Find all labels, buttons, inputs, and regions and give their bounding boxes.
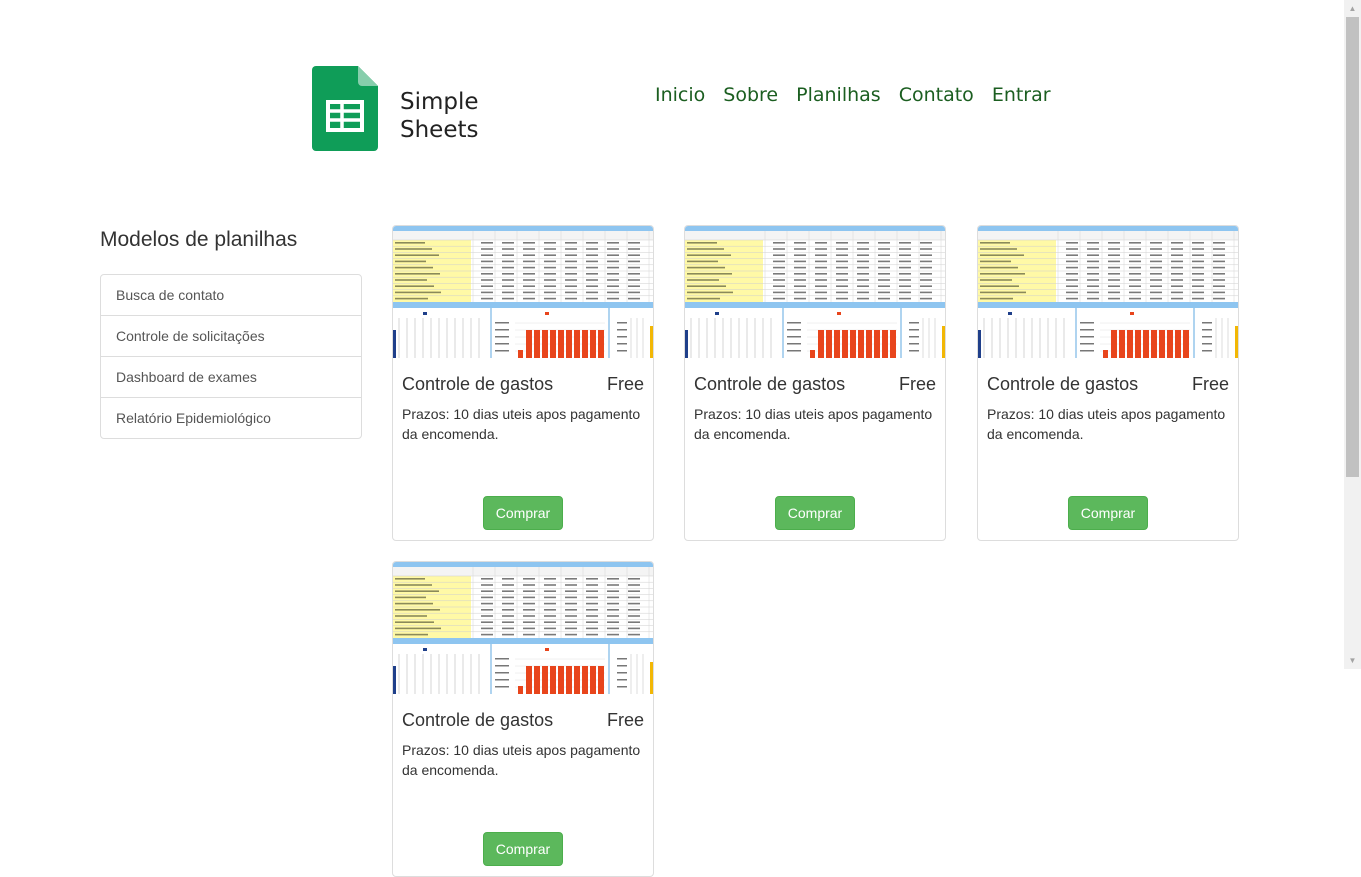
- product-price: Free: [606, 374, 644, 394]
- buy-button[interactable]: Comprar: [1068, 496, 1148, 530]
- product-thumbnail[interactable]: [978, 226, 1238, 358]
- product-thumbnail[interactable]: [685, 226, 945, 358]
- buy-button[interactable]: Comprar: [483, 496, 563, 530]
- product-card: Controle de gastos Free Prazos: 10 dias …: [392, 561, 654, 877]
- vertical-scrollbar[interactable]: ▲ ▼: [1344, 0, 1361, 669]
- product-title: Controle de gastos: [987, 374, 1139, 394]
- sidebar-list: Busca de contato Controle de solicitaçõe…: [100, 274, 362, 439]
- product-title: Controle de gastos: [402, 374, 554, 394]
- sidebar-item-dashboard-de-exames[interactable]: Dashboard de exames: [101, 356, 361, 397]
- product-thumbnail[interactable]: [393, 226, 653, 358]
- product-card: Controle de gastos Free Prazos: 10 dias …: [392, 225, 654, 541]
- product-description: Prazos: 10 dias uteis apos pagamento da …: [987, 406, 1226, 442]
- nav-planilhas[interactable]: Planilhas: [796, 82, 881, 108]
- nav-sobre[interactable]: Sobre: [723, 82, 778, 108]
- scrollbar-thumb[interactable]: [1346, 17, 1359, 477]
- sidebar-item-controle-de-solicitacoes[interactable]: Controle de solicitações: [101, 315, 361, 356]
- product-title: Controle de gastos: [694, 374, 846, 394]
- main-nav: Inicio Sobre Planilhas Contato Entrar: [655, 82, 1069, 108]
- spreadsheet-icon[interactable]: [312, 66, 378, 151]
- product-title: Controle de gastos: [402, 710, 554, 730]
- sidebar-item-relatorio-epidemiologico[interactable]: Relatório Epidemiológico: [101, 397, 361, 438]
- sidebar-title: Modelos de planilhas: [100, 228, 298, 251]
- product-price: Free: [1191, 374, 1229, 394]
- sidebar-item-busca-de-contato[interactable]: Busca de contato: [101, 275, 361, 315]
- nav-inicio[interactable]: Inicio: [655, 82, 705, 108]
- nav-entrar[interactable]: Entrar: [992, 82, 1051, 108]
- brand-line2: Sheets: [400, 117, 479, 143]
- product-description: Prazos: 10 dias uteis apos pagamento da …: [694, 406, 933, 442]
- product-description: Prazos: 10 dias uteis apos pagamento da …: [402, 406, 641, 442]
- product-card: Controle de gastos Free Prazos: 10 dias …: [684, 225, 946, 541]
- product-price: Free: [898, 374, 936, 394]
- brand-line1: Simple: [400, 89, 479, 115]
- product-card: Controle de gastos Free Prazos: 10 dias …: [977, 225, 1239, 541]
- nav-contato[interactable]: Contato: [899, 82, 974, 108]
- buy-button[interactable]: Comprar: [775, 496, 855, 530]
- product-thumbnail[interactable]: [393, 562, 653, 694]
- scroll-down-arrow-icon[interactable]: ▼: [1344, 652, 1361, 669]
- scroll-up-arrow-icon[interactable]: ▲: [1344, 0, 1361, 17]
- brand-name[interactable]: Simple Sheets: [400, 88, 479, 144]
- buy-button[interactable]: Comprar: [483, 832, 563, 866]
- product-price: Free: [606, 710, 644, 730]
- product-description: Prazos: 10 dias uteis apos pagamento da …: [402, 742, 641, 778]
